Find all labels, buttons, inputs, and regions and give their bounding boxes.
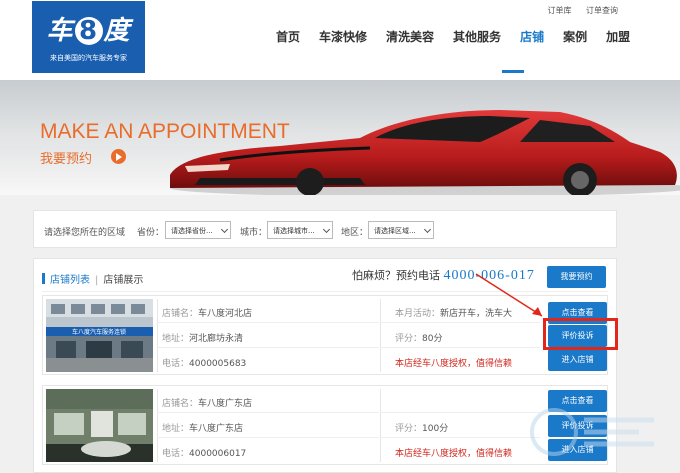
row-divider: [157, 322, 379, 323]
store-score: 评分：100分: [395, 424, 449, 434]
district-select[interactable]: 请选择区域...: [368, 221, 434, 239]
site-header: 车8度 来自美国的汽车服务专家 订单库 订单查询 首页 车漆快修 清洗美容 其他…: [0, 0, 680, 80]
enter-store-button[interactable]: 进入店铺: [548, 349, 607, 371]
row-divider: [157, 347, 379, 348]
logo-text: 车8度: [46, 16, 131, 46]
row-divider: [380, 412, 540, 413]
row-divider: [380, 437, 540, 438]
store-authorized: 本店经车八度授权，值得信赖: [395, 359, 513, 369]
annotation-highlight-box: [543, 318, 618, 350]
tab-marker: [42, 273, 45, 284]
nav-stores[interactable]: 店铺: [520, 28, 544, 50]
main-nav: 首页 车漆快修 清洗美容 其他服务 店铺 案例 加盟: [276, 28, 649, 50]
watermark-icon: [530, 408, 654, 456]
top-link-orders[interactable]: 订单库: [547, 6, 571, 15]
store-phone: 电话：4000006017: [162, 449, 247, 459]
logo-tagline: 来自美国的汽车服务专家: [50, 54, 127, 62]
store-address: 地址：车八度广东店: [162, 424, 244, 434]
panel-tabs: 店铺列表 | 店铺展示: [42, 271, 143, 286]
column-divider: [380, 389, 381, 462]
nav-home[interactable]: 首页: [276, 28, 300, 50]
play-icon[interactable]: [111, 149, 126, 164]
chevron-down-icon: [423, 225, 432, 234]
store-sign: 车八度汽车服务连锁: [72, 328, 126, 336]
region-prompt: 请选择您所在的区域: [44, 228, 126, 238]
top-links: 订单库 订单查询: [535, 5, 618, 16]
row-divider: [380, 347, 540, 348]
store-photo[interactable]: 车八度汽车服务连锁: [46, 299, 153, 372]
banner-title: MAKE AN APPOINTMENT: [40, 120, 290, 143]
column-divider: [380, 299, 381, 372]
region-filter: 请选择您所在的区域 省份： 请选择省份... 城市： 请选择城市... 地区： …: [33, 210, 617, 248]
store-score: 评分：80分: [395, 334, 443, 344]
store-name: 店铺名：车八度河北店: [162, 309, 253, 319]
banner-subtitle[interactable]: 我要预约: [40, 148, 92, 167]
column-divider: [157, 299, 158, 372]
logo[interactable]: 车8度 来自美国的汽车服务专家: [32, 1, 145, 73]
district-label: 地区：: [341, 228, 369, 238]
nav-paint-repair[interactable]: 车漆快修: [319, 28, 367, 50]
nav-wash-beauty[interactable]: 清洗美容: [386, 28, 434, 50]
store-authorized: 本店经车八度授权，值得信赖: [395, 449, 513, 459]
nav-franchise[interactable]: 加盟: [606, 28, 630, 50]
tab-store-list[interactable]: 店铺列表: [50, 275, 90, 286]
province-select[interactable]: 请选择省份...: [165, 221, 231, 239]
tab-store-show[interactable]: 店铺展示: [103, 275, 143, 286]
store-name: 店铺名：车八度广东店: [162, 399, 253, 409]
nav-active-underline: [502, 70, 524, 73]
column-divider: [157, 389, 158, 462]
store-photo[interactable]: [46, 389, 153, 462]
city-label: 城市：: [240, 228, 268, 238]
top-link-order-query[interactable]: 订单查询: [586, 6, 618, 15]
row-divider: [157, 412, 379, 413]
chevron-down-icon: [220, 225, 229, 234]
nav-other-services[interactable]: 其他服务: [453, 28, 501, 50]
chevron-down-icon: [322, 225, 331, 234]
city-select[interactable]: 请选择城市...: [267, 221, 333, 239]
row-divider: [157, 437, 379, 438]
annotation-arrow: [475, 273, 543, 317]
store-address: 地址：河北廊坊永清: [162, 334, 244, 344]
appointment-banner[interactable]: MAKE AN APPOINTMENT 我要预约: [0, 80, 680, 195]
province-label: 省份：: [137, 228, 165, 238]
hotline-text: 怕麻烦？预约电话: [352, 269, 440, 282]
nav-cases[interactable]: 案例: [563, 28, 587, 50]
store-phone: 电话：4000005683: [162, 359, 247, 369]
